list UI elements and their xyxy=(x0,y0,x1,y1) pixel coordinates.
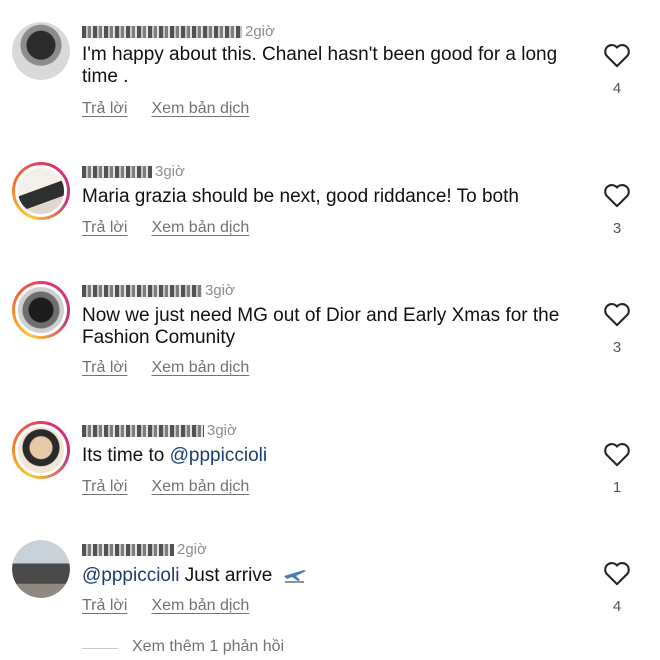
comment-text-suffix: Just arrive xyxy=(179,565,273,586)
comment-actions: Trả lời Xem bản dịch xyxy=(82,219,273,237)
timestamp: 3giờ xyxy=(205,282,235,300)
timestamp: 2giờ xyxy=(245,23,275,41)
comment-item: 3giờ Now we just need MG out of Dior and… xyxy=(0,281,660,401)
avatar[interactable] xyxy=(12,162,70,220)
translate-button[interactable]: Xem bản dịch xyxy=(151,597,249,614)
heart-icon[interactable] xyxy=(603,560,631,586)
comment-item: 3giờ Maria grazia should be next, good r… xyxy=(0,162,660,282)
like-count: 3 xyxy=(612,220,622,237)
comment-actions: Trả lời Xem bản dịch xyxy=(82,359,273,377)
avatar[interactable] xyxy=(12,540,70,598)
username[interactable] xyxy=(82,26,242,39)
like-count: 4 xyxy=(612,80,622,97)
comment-text: Maria grazia should be next, good riddan… xyxy=(82,186,519,207)
like-count: 1 xyxy=(612,479,622,496)
comment-text-prefix: Its time to xyxy=(82,445,170,466)
heart-icon[interactable] xyxy=(603,182,631,208)
timestamp: 2giờ xyxy=(177,541,207,559)
comment-text: Its time to @pppiccioli xyxy=(82,445,582,467)
translate-button[interactable]: Xem bản dịch xyxy=(151,100,249,117)
translate-button[interactable]: Xem bản dịch xyxy=(151,478,249,495)
username[interactable] xyxy=(82,544,174,557)
reply-button[interactable]: Trả lời xyxy=(82,359,127,376)
translate-button[interactable]: Xem bản dịch xyxy=(151,359,249,376)
mention-link[interactable]: @pppiccioli xyxy=(170,445,267,466)
avatar[interactable] xyxy=(12,421,70,479)
reply-button[interactable]: Trả lời xyxy=(82,219,127,236)
username[interactable] xyxy=(82,166,152,179)
comment-actions: Trả lời Xem bản dịch xyxy=(82,597,273,615)
translate-button[interactable]: Xem bản dịch xyxy=(151,219,249,236)
like-count: 4 xyxy=(612,598,622,615)
heart-icon[interactable] xyxy=(603,301,631,327)
comment-header: 3giờ xyxy=(82,281,235,301)
comment-text: I'm happy about this. Chanel hasn't been… xyxy=(82,44,558,87)
divider xyxy=(82,648,118,649)
comment-item: 2giờ @pppiccioli Just arrive Trả lời Xem … xyxy=(0,540,660,660)
comment-text: Now we just need MG out of Dior and Earl… xyxy=(82,305,560,348)
view-more-label[interactable]: Xem thêm 1 phản hồi xyxy=(132,638,284,656)
avatar[interactable] xyxy=(12,281,70,339)
heart-icon[interactable] xyxy=(603,441,631,467)
comment-actions: Trả lời Xem bản dịch xyxy=(82,478,273,496)
comment-header: 2giờ xyxy=(82,540,207,560)
comment-item: 2giờ I'm happy about this. Chanel hasn't… xyxy=(0,22,660,142)
username[interactable] xyxy=(82,285,202,298)
username[interactable] xyxy=(82,425,204,438)
comment-item: 3giờ Its time to @pppiccioli Trả lời Xem … xyxy=(0,421,660,541)
reply-button[interactable]: Trả lời xyxy=(82,478,127,495)
timestamp: 3giờ xyxy=(155,163,185,181)
comment-header: 2giờ xyxy=(82,22,275,42)
like-count: 3 xyxy=(612,339,622,356)
timestamp: 3giờ xyxy=(207,422,237,440)
comment-header: 3giờ xyxy=(82,421,237,441)
reply-button[interactable]: Trả lời xyxy=(82,597,127,614)
comment-header: 3giờ xyxy=(82,162,185,182)
airplane-icon xyxy=(283,570,306,583)
avatar[interactable] xyxy=(12,22,70,80)
heart-icon[interactable] xyxy=(603,42,631,68)
comment-actions: Trả lời Xem bản dịch xyxy=(82,100,273,118)
reply-button[interactable]: Trả lời xyxy=(82,100,127,117)
comment-text: @pppiccioli Just arrive xyxy=(82,564,582,587)
mention-link[interactable]: @pppiccioli xyxy=(82,565,179,586)
